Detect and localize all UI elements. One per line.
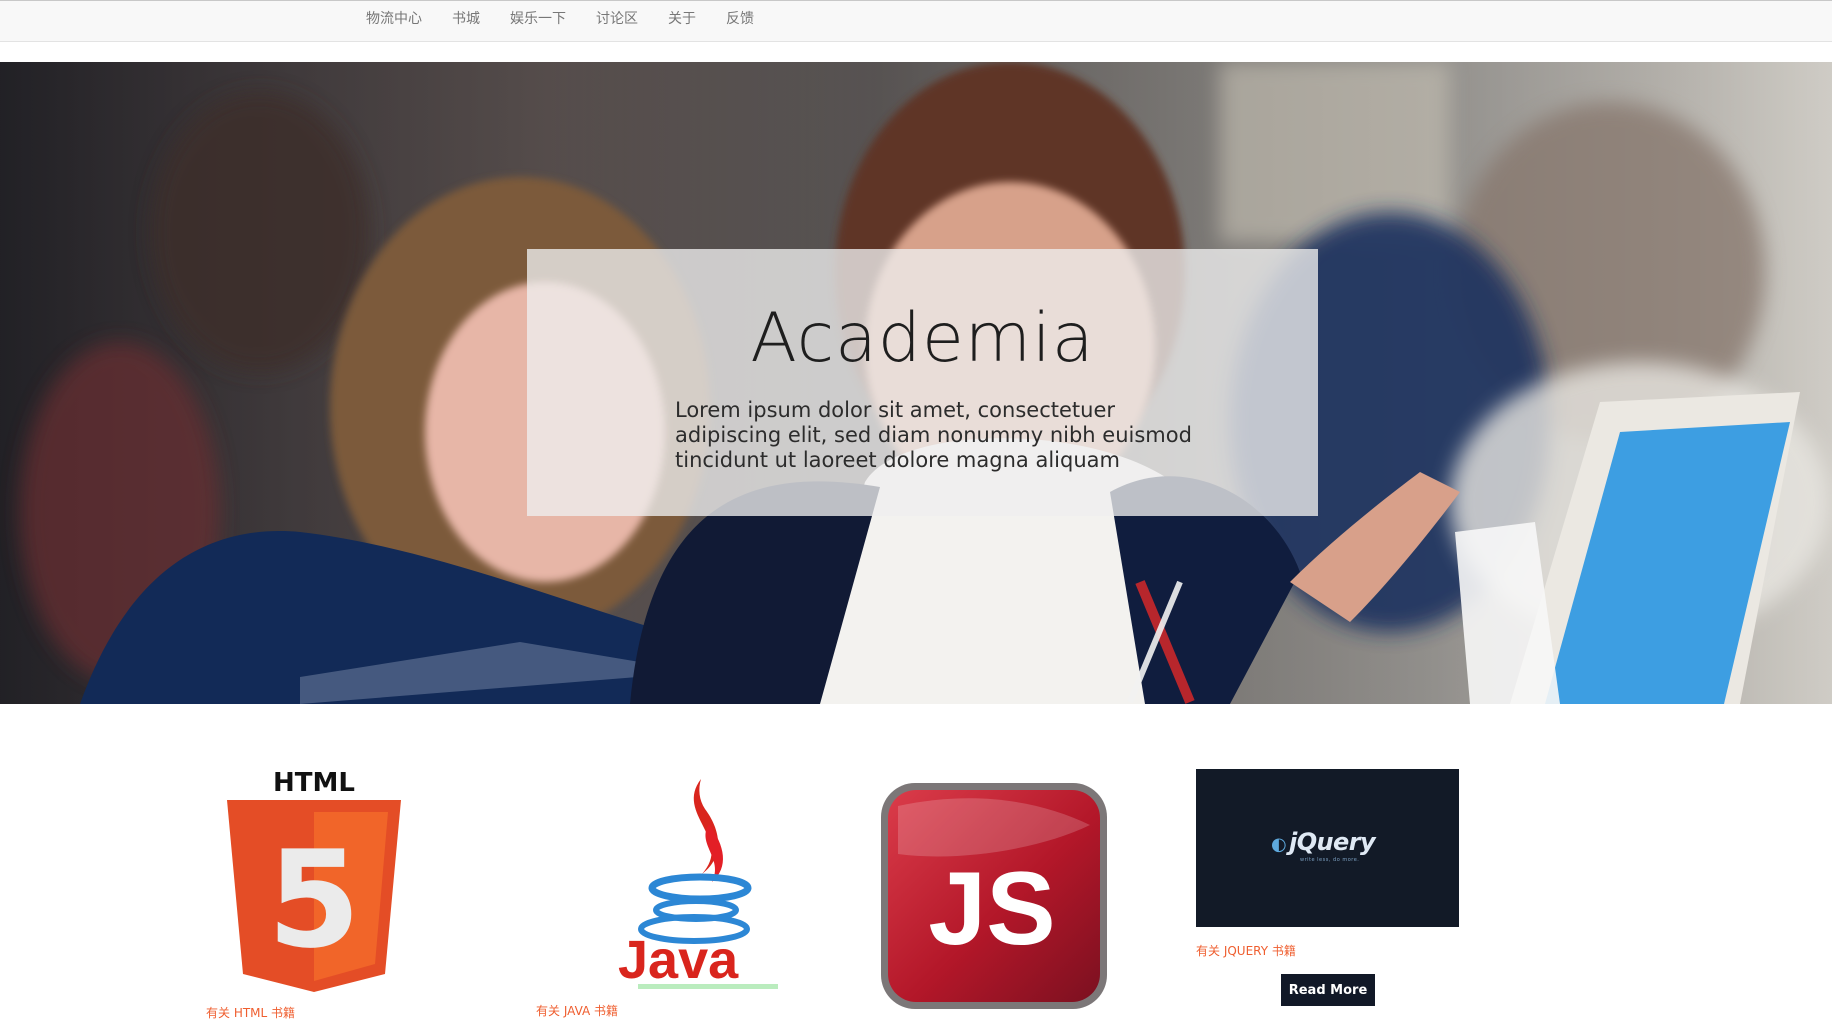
hero-title: Academia bbox=[750, 299, 1095, 378]
nav-about[interactable]: 关于 bbox=[668, 8, 696, 28]
html-books-link[interactable]: 有关 HTML 书籍 bbox=[206, 1004, 295, 1021]
html-logo-text: HTML bbox=[273, 768, 355, 798]
nav-bookstore[interactable]: 书城 bbox=[452, 8, 480, 28]
nav-entertainment[interactable]: 娱乐一下 bbox=[510, 8, 566, 28]
read-more-button[interactable]: Read More bbox=[1281, 974, 1375, 1006]
main-nav: 物流中心 书城 娱乐一下 讨论区 关于 反馈 bbox=[366, 1, 784, 35]
java-logo-text: Java bbox=[618, 930, 739, 989]
html5-icon: HTML 5 bbox=[227, 768, 401, 992]
book-javascript: JS bbox=[878, 780, 1110, 1015]
jquery-tagline: write less, do more. bbox=[1300, 857, 1360, 863]
jquery-books-link[interactable]: 有关 JQUERY 书籍 bbox=[1196, 942, 1296, 959]
hero-banner: Academia Lorem ipsum dolor sit amet, con… bbox=[0, 62, 1832, 704]
js-icon: JS bbox=[881, 783, 1107, 1009]
jquery-logo-text: jQuery bbox=[1289, 828, 1375, 856]
html5-number: 5 bbox=[267, 822, 360, 978]
nav-logistics-center[interactable]: 物流中心 bbox=[366, 8, 422, 28]
jquery-icon: ◐ jQuery bbox=[1271, 828, 1376, 856]
java-icon: Java bbox=[618, 779, 778, 990]
book-jquery: ◐ jQuery write less, do more. bbox=[1196, 769, 1459, 927]
top-navbar: 物流中心 书城 娱乐一下 讨论区 关于 反馈 bbox=[0, 0, 1832, 42]
book-html: HTML 5 bbox=[225, 764, 403, 992]
nav-discussion[interactable]: 讨论区 bbox=[596, 8, 638, 28]
java-books-link[interactable]: 有关 JAVA 书籍 bbox=[536, 1002, 618, 1019]
jquery-swirl-icon: ◐ bbox=[1271, 834, 1287, 855]
js-logo-text: JS bbox=[928, 851, 1055, 967]
hero-description: Lorem ipsum dolor sit amet, consectetuer… bbox=[675, 398, 1192, 472]
nav-feedback[interactable]: 反馈 bbox=[726, 8, 754, 28]
hero-card: Academia Lorem ipsum dolor sit amet, con… bbox=[527, 249, 1318, 516]
book-java: Java bbox=[604, 774, 804, 990]
